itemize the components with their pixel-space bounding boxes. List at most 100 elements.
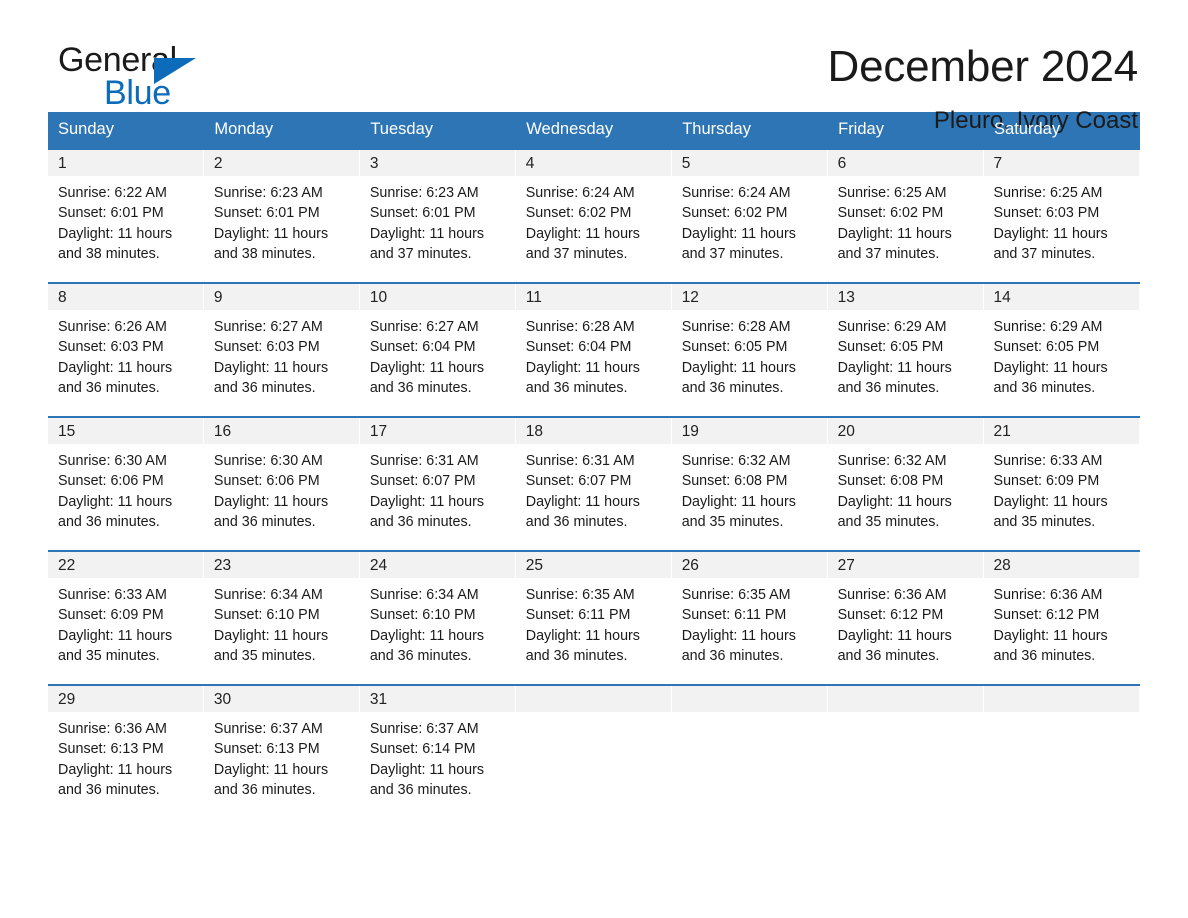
sunset-text: Sunset: 6:05 PM: [681, 339, 788, 356]
day-cell[interactable]: 26 Sunrise: 6:35 AM Sunset: 6:11 PM Dayl…: [671, 550, 828, 685]
daylight-text-line2: and 36 minutes.: [837, 379, 940, 396]
day-details: Sunrise: 6:35 AM Sunset: 6:11 PM Dayligh…: [516, 578, 672, 666]
daylight-text-line2: and 36 minutes.: [58, 513, 160, 530]
daylight-text-line2: and 35 minutes.: [213, 647, 316, 664]
day-cell-empty: [671, 684, 828, 819]
day-cell[interactable]: 2 Sunrise: 6:23 AM Sunset: 6:01 PM Dayli…: [203, 148, 360, 283]
day-cell[interactable]: 12 Sunrise: 6:28 AM Sunset: 6:05 PM Dayl…: [671, 282, 828, 417]
week-row: 22 Sunrise: 6:33 AM Sunset: 6:09 PM Dayl…: [48, 550, 1140, 685]
day-number: 24: [359, 552, 516, 578]
day-cell[interactable]: 7 Sunrise: 6:25 AM Sunset: 6:03 PM Dayli…: [983, 148, 1140, 283]
daylight-text-line1: Daylight: 11 hours: [58, 627, 173, 644]
day-details: Sunrise: 6:36 AM Sunset: 6:12 PM Dayligh…: [828, 578, 984, 666]
day-cell[interactable]: 17 Sunrise: 6:31 AM Sunset: 6:07 PM Dayl…: [359, 416, 516, 551]
week-row: 15 Sunrise: 6:30 AM Sunset: 6:06 PM Dayl…: [48, 416, 1140, 551]
day-number: [671, 686, 828, 712]
daylight-text-line1: Daylight: 11 hours: [837, 493, 952, 510]
sunrise-text: Sunrise: 6:23 AM: [369, 185, 479, 201]
sunset-text: Sunset: 6:06 PM: [213, 473, 320, 490]
day-cell[interactable]: 21 Sunrise: 6:33 AM Sunset: 6:09 PM Dayl…: [983, 416, 1140, 551]
daylight-text-line2: and 36 minutes.: [525, 379, 628, 396]
dow-sunday: Sunday: [48, 112, 205, 149]
day-cell[interactable]: 29 Sunrise: 6:36 AM Sunset: 6:13 PM Dayl…: [48, 684, 204, 819]
day-number: 30: [203, 686, 360, 712]
sunset-text: Sunset: 6:07 PM: [525, 473, 632, 490]
sunrise-text: Sunrise: 6:29 AM: [837, 319, 947, 335]
daylight-text-line2: and 36 minutes.: [525, 647, 628, 664]
general-blue-logo: General Blue: [48, 42, 208, 114]
daylight-text-line2: and 38 minutes.: [213, 245, 316, 262]
day-cell[interactable]: 13 Sunrise: 6:29 AM Sunset: 6:05 PM Dayl…: [827, 282, 984, 417]
sunset-text: Sunset: 6:10 PM: [213, 607, 320, 624]
day-number: 28: [983, 552, 1140, 578]
day-cell[interactable]: 31 Sunrise: 6:37 AM Sunset: 6:14 PM Dayl…: [359, 684, 516, 819]
sunset-text: Sunset: 6:06 PM: [58, 473, 164, 490]
day-cell[interactable]: 19 Sunrise: 6:32 AM Sunset: 6:08 PM Dayl…: [671, 416, 828, 551]
day-number: 16: [203, 418, 360, 444]
day-cell[interactable]: 27 Sunrise: 6:36 AM Sunset: 6:12 PM Dayl…: [827, 550, 984, 685]
day-cell[interactable]: 20 Sunrise: 6:32 AM Sunset: 6:08 PM Dayl…: [827, 416, 984, 551]
sunset-text: Sunset: 6:03 PM: [213, 339, 320, 356]
day-cell[interactable]: 4 Sunrise: 6:24 AM Sunset: 6:02 PM Dayli…: [515, 148, 672, 283]
day-cell[interactable]: 14 Sunrise: 6:29 AM Sunset: 6:05 PM Dayl…: [983, 282, 1140, 417]
daylight-text-line1: Daylight: 11 hours: [681, 493, 796, 510]
daylight-text-line1: Daylight: 11 hours: [213, 627, 329, 644]
daylight-text-line2: and 36 minutes.: [837, 647, 940, 664]
daylight-text-line1: Daylight: 11 hours: [681, 359, 796, 376]
sunrise-text: Sunrise: 6:34 AM: [369, 587, 479, 603]
day-number: 29: [48, 686, 204, 712]
daylight-text-line2: and 36 minutes.: [681, 379, 784, 396]
day-cell[interactable]: 15 Sunrise: 6:30 AM Sunset: 6:06 PM Dayl…: [48, 416, 204, 551]
sunrise-text: Sunrise: 6:24 AM: [681, 185, 791, 201]
day-number: 3: [359, 150, 516, 176]
sunset-text: Sunset: 6:12 PM: [993, 607, 1100, 624]
day-details: Sunrise: 6:28 AM Sunset: 6:04 PM Dayligh…: [516, 310, 672, 398]
day-cell[interactable]: 18 Sunrise: 6:31 AM Sunset: 6:07 PM Dayl…: [515, 416, 672, 551]
sunrise-text: Sunrise: 6:28 AM: [525, 319, 635, 335]
sunrise-text: Sunrise: 6:30 AM: [213, 453, 323, 469]
day-cell[interactable]: 11 Sunrise: 6:28 AM Sunset: 6:04 PM Dayl…: [515, 282, 672, 417]
sunrise-text: Sunrise: 6:27 AM: [213, 319, 323, 335]
day-number: [515, 686, 672, 712]
day-cell[interactable]: 6 Sunrise: 6:25 AM Sunset: 6:02 PM Dayli…: [827, 148, 984, 283]
sunrise-text: Sunrise: 6:31 AM: [369, 453, 479, 469]
sunrise-text: Sunrise: 6:32 AM: [837, 453, 947, 469]
sunset-text: Sunset: 6:02 PM: [681, 205, 788, 222]
sunrise-text: Sunrise: 6:22 AM: [58, 185, 167, 201]
sunrise-text: Sunrise: 6:33 AM: [993, 453, 1103, 469]
day-cell[interactable]: 8 Sunrise: 6:26 AM Sunset: 6:03 PM Dayli…: [48, 282, 204, 417]
sunset-text: Sunset: 6:11 PM: [681, 607, 787, 624]
daylight-text-line2: and 36 minutes.: [681, 647, 784, 664]
day-cell[interactable]: 23 Sunrise: 6:34 AM Sunset: 6:10 PM Dayl…: [203, 550, 360, 685]
day-number: 12: [671, 284, 828, 310]
day-cell[interactable]: 3 Sunrise: 6:23 AM Sunset: 6:01 PM Dayli…: [359, 148, 516, 283]
day-cell[interactable]: 28 Sunrise: 6:36 AM Sunset: 6:12 PM Dayl…: [983, 550, 1140, 685]
day-cell[interactable]: 10 Sunrise: 6:27 AM Sunset: 6:04 PM Dayl…: [359, 282, 516, 417]
day-cell[interactable]: 25 Sunrise: 6:35 AM Sunset: 6:11 PM Dayl…: [515, 550, 672, 685]
day-cell[interactable]: 22 Sunrise: 6:33 AM Sunset: 6:09 PM Dayl…: [48, 550, 204, 685]
page-title: December 2024: [827, 42, 1139, 91]
week-row: 1 Sunrise: 6:22 AM Sunset: 6:01 PM Dayli…: [48, 148, 1140, 283]
day-cell[interactable]: 9 Sunrise: 6:27 AM Sunset: 6:03 PM Dayli…: [203, 282, 360, 417]
day-cell[interactable]: 16 Sunrise: 6:30 AM Sunset: 6:06 PM Dayl…: [203, 416, 360, 551]
day-details: Sunrise: 6:25 AM Sunset: 6:02 PM Dayligh…: [828, 176, 984, 264]
day-details: Sunrise: 6:36 AM Sunset: 6:13 PM Dayligh…: [48, 712, 204, 800]
day-number: 22: [48, 552, 204, 578]
day-number: 20: [827, 418, 984, 444]
daylight-text-line1: Daylight: 11 hours: [213, 761, 329, 778]
day-cell[interactable]: 5 Sunrise: 6:24 AM Sunset: 6:02 PM Dayli…: [671, 148, 828, 283]
day-details: Sunrise: 6:34 AM Sunset: 6:10 PM Dayligh…: [204, 578, 360, 666]
day-cell[interactable]: 1 Sunrise: 6:22 AM Sunset: 6:01 PM Dayli…: [48, 148, 204, 283]
day-details: Sunrise: 6:26 AM Sunset: 6:03 PM Dayligh…: [48, 310, 204, 398]
dow-tuesday: Tuesday: [359, 112, 517, 149]
day-details: Sunrise: 6:22 AM Sunset: 6:01 PM Dayligh…: [48, 176, 204, 264]
day-cell[interactable]: 24 Sunrise: 6:34 AM Sunset: 6:10 PM Dayl…: [359, 550, 516, 685]
daylight-text-line2: and 36 minutes.: [213, 513, 316, 530]
dow-wednesday: Wednesday: [515, 112, 673, 149]
daylight-text-line1: Daylight: 11 hours: [837, 225, 952, 242]
day-details: Sunrise: 6:23 AM Sunset: 6:01 PM Dayligh…: [360, 176, 516, 264]
daylight-text-line1: Daylight: 11 hours: [681, 627, 796, 644]
daylight-text-line2: and 36 minutes.: [993, 379, 1096, 396]
sunset-text: Sunset: 6:01 PM: [58, 205, 164, 222]
day-cell[interactable]: 30 Sunrise: 6:37 AM Sunset: 6:13 PM Dayl…: [203, 684, 360, 819]
